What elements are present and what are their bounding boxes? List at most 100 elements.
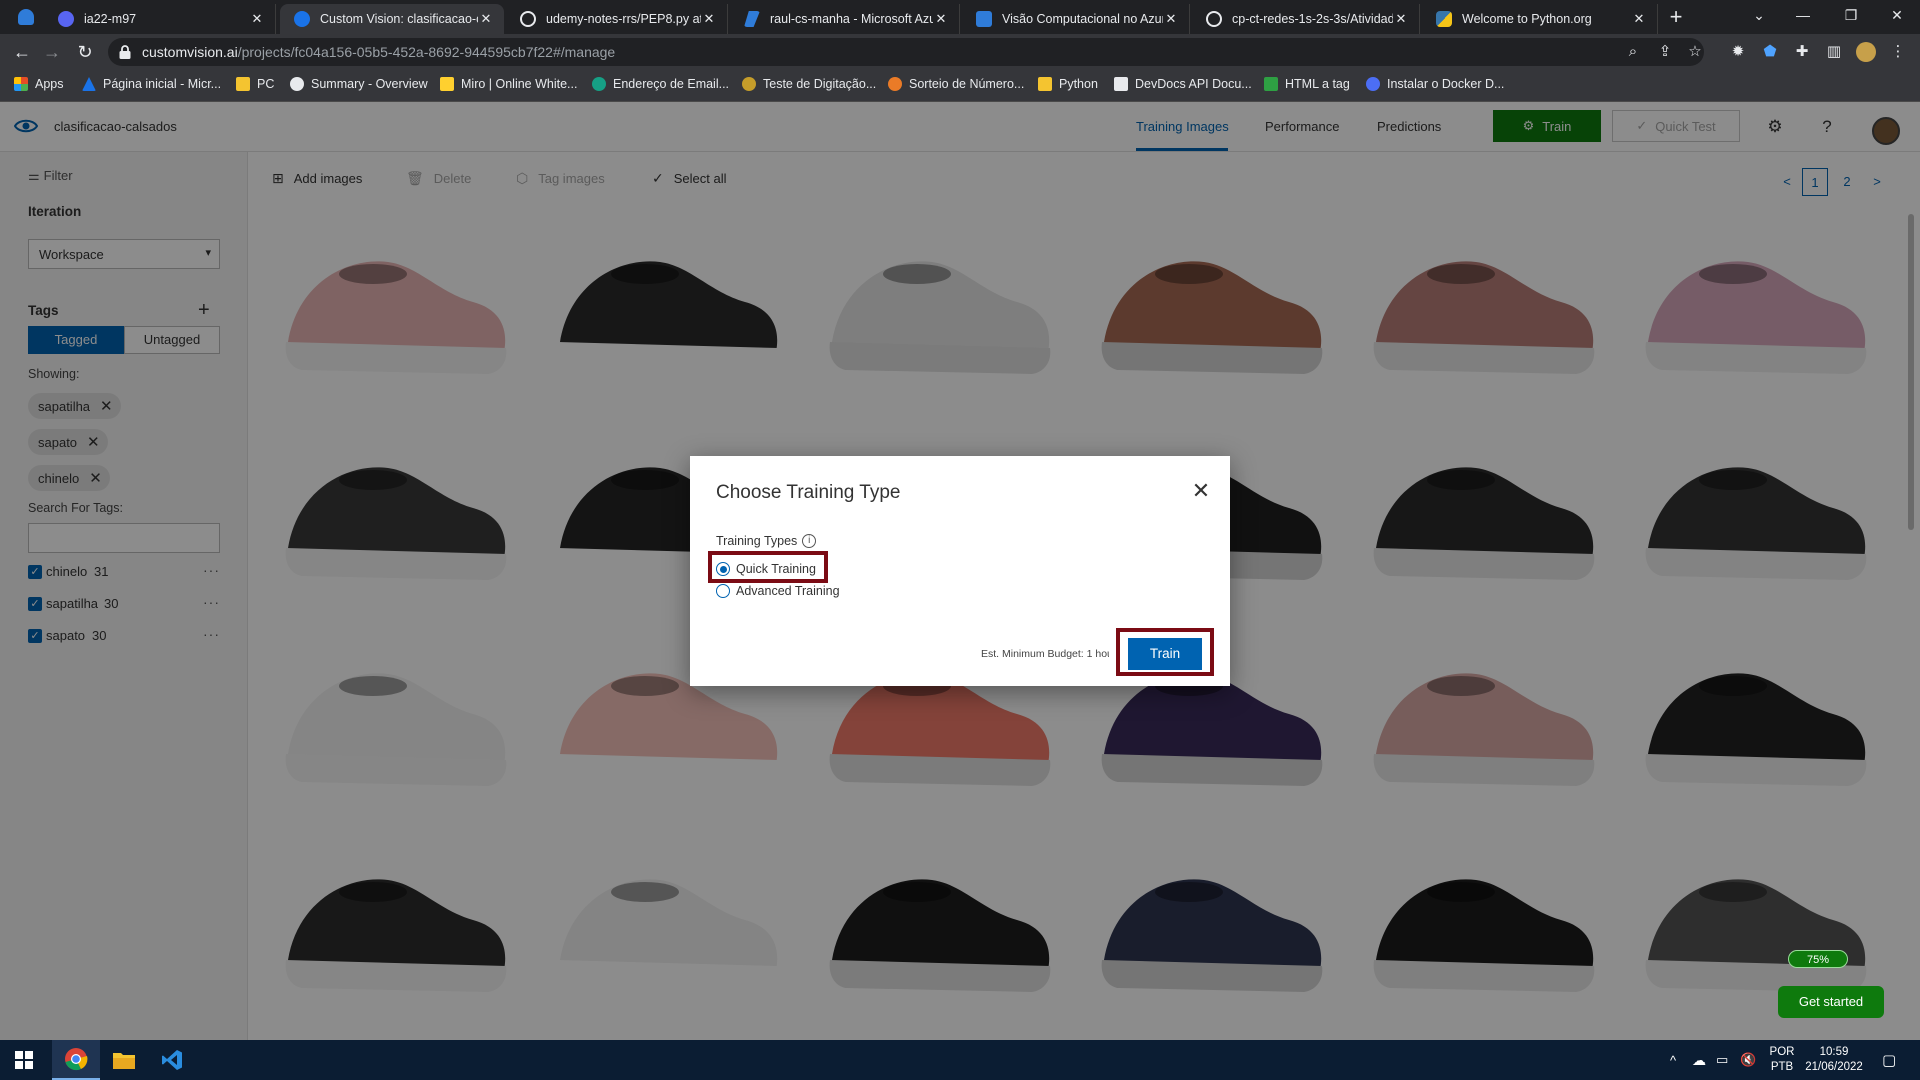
bookmark-item[interactable]: Página inicial - Micr... [82, 77, 221, 91]
bookmark-item[interactable]: Endereço de Email... [592, 77, 729, 91]
bookmark-item[interactable]: HTML a tag [1264, 77, 1350, 91]
bookmark-item[interactable]: Summary - Overview [290, 77, 428, 91]
network-icon[interactable]: ▭ [1716, 1040, 1728, 1080]
close-icon[interactable]: ✕ [701, 11, 717, 27]
info-icon[interactable]: i [802, 534, 817, 548]
bookmark-item[interactable]: PC [236, 77, 274, 91]
onedrive-icon[interactable]: ☁ [1692, 1040, 1706, 1080]
start-windows-icon[interactable] [0, 1040, 48, 1080]
radio-unselected[interactable] [716, 584, 730, 598]
bookmark-label: Summary - Overview [311, 77, 428, 91]
profile-avatar[interactable] [1856, 42, 1876, 62]
budget-text: Est. Minimum Budget: 1 hour [981, 648, 1109, 660]
vscode-taskbar-icon[interactable] [148, 1040, 196, 1080]
browser-tab[interactable]: cp-ct-redes-1s-2s-3s/Atividade ✕ [1192, 4, 1420, 34]
bookmarks-bar: Apps Página inicial - Micr... PC Summary… [0, 70, 1920, 102]
close-icon[interactable]: ✕ [478, 11, 494, 27]
bookmark-item[interactable]: Teste de Digitação... [742, 77, 876, 91]
language-indicator[interactable]: POR PTB [1766, 1040, 1798, 1080]
browser-tabstrip: ia22-m97 ✕ Custom Vision: clasificacao-c… [0, 0, 1920, 34]
bookmark-label: Apps [35, 77, 64, 91]
restore-icon[interactable]: ❐ [1828, 0, 1874, 34]
training-types-text: Training Types [716, 534, 798, 548]
browser-tab[interactable]: udemy-notes-rrs/PEP8.py at m ✕ [506, 4, 728, 34]
windows-taskbar: ^ ☁ ▭ 🔇 POR PTB 10:59 21/06/2022 ▢ [0, 1040, 1920, 1080]
reload-icon[interactable]: ↻ [73, 40, 97, 64]
close-icon[interactable]: ✕ [933, 11, 949, 27]
bookmark-item[interactable]: Python [1038, 77, 1098, 91]
share-icon[interactable]: ⇪ [1656, 43, 1674, 61]
learn-icon [976, 11, 992, 27]
back-arrow-icon[interactable]: ← [10, 40, 34, 64]
forward-arrow-icon[interactable]: → [40, 40, 64, 64]
close-icon[interactable]: ✕ [1163, 11, 1179, 27]
close-icon[interactable]: ✕ [1393, 11, 1409, 27]
url-host: customvision.ai [142, 44, 238, 60]
tray-show-hidden-icon[interactable]: ^ [1670, 1040, 1676, 1080]
close-icon[interactable]: ✕ [249, 11, 265, 27]
tab-search-chevron-icon[interactable]: ⌄ [1736, 0, 1782, 34]
browser-toolbar: ← → ↻ customvision.ai/projects/fc04a156-… [0, 34, 1920, 70]
discord-icon [58, 11, 74, 27]
extensions-puzzle-icon[interactable]: ✚ [1792, 42, 1812, 62]
side-panel-icon[interactable]: ▥ [1824, 42, 1844, 62]
vscode-icon [162, 1050, 182, 1070]
get-started-button[interactable]: Get started [1778, 986, 1884, 1018]
docker-icon [1366, 77, 1380, 91]
browser-tab[interactable]: Visão Computacional no Azure ✕ [962, 4, 1190, 34]
tab-search-icon[interactable] [18, 9, 34, 25]
lang-top: POR [1769, 1046, 1795, 1058]
bookmark-label: DevDocs API Docu... [1135, 77, 1252, 91]
bookmark-star-icon[interactable]: ☆ [1686, 43, 1704, 61]
clock[interactable]: 10:59 21/06/2022 [1798, 1040, 1870, 1080]
advanced-training-option[interactable]: Advanced Training [716, 584, 840, 598]
bookmark-apps[interactable]: Apps [14, 77, 64, 91]
browser-tab[interactable]: raul-cs-manha - Microsoft Azur ✕ [730, 4, 960, 34]
bookmark-item[interactable]: DevDocs API Docu... [1114, 77, 1252, 91]
menu-kebab-icon[interactable]: ⋮ [1888, 42, 1908, 62]
folder-icon [236, 77, 250, 91]
github-icon [1206, 11, 1222, 27]
miro-icon [440, 77, 454, 91]
training-types-label: Training Types i [716, 534, 817, 548]
choose-training-type-dialog: Choose Training Type ✕ Training Types i … [690, 456, 1230, 686]
url-text: customvision.ai/projects/fc04a156-05b5-4… [142, 44, 615, 60]
chrome-taskbar-icon[interactable] [52, 1040, 100, 1080]
new-tab-button[interactable]: + [1662, 4, 1690, 32]
bookmark-item[interactable]: Sorteio de Número... [888, 77, 1024, 91]
extension-gear-icon[interactable]: ✹ [1728, 42, 1748, 62]
browser-tab[interactable]: Welcome to Python.org ✕ [1422, 4, 1658, 34]
close-icon[interactable]: ✕ [1190, 480, 1212, 502]
w3-icon [1264, 77, 1278, 91]
address-bar[interactable]: customvision.ai/projects/fc04a156-05b5-4… [108, 38, 1704, 66]
close-window-icon[interactable]: ✕ [1874, 0, 1920, 34]
zoom-icon[interactable]: ⌕ [1624, 43, 1642, 61]
tab-title: ia22-m97 [84, 12, 137, 26]
github-icon [290, 77, 304, 91]
advanced-training-label: Advanced Training [736, 584, 840, 598]
microsoft-icon [82, 77, 96, 91]
browser-tab[interactable]: ia22-m97 ✕ [44, 4, 276, 34]
bookmark-item[interactable]: Instalar o Docker D... [1366, 77, 1504, 91]
close-icon[interactable]: ✕ [1631, 11, 1647, 27]
notifications-icon[interactable]: ▢ [1882, 1040, 1896, 1080]
tab-title: Welcome to Python.org [1462, 12, 1592, 26]
minimize-icon[interactable]: — [1780, 0, 1826, 34]
bookmark-item[interactable]: Miro | Online White... [440, 77, 577, 91]
custom-vision-icon [294, 11, 310, 27]
bookmark-label: Instalar o Docker D... [1387, 77, 1505, 91]
clock-date: 21/06/2022 [1805, 1061, 1863, 1073]
tab-title: Visão Computacional no Azure [1002, 12, 1163, 26]
file-explorer-taskbar-icon[interactable] [100, 1040, 148, 1080]
volume-muted-icon[interactable]: 🔇 [1740, 1040, 1756, 1080]
chrome-icon [65, 1048, 88, 1071]
github-icon [520, 11, 536, 27]
tab-title: Custom Vision: clasificacao-cal [320, 12, 478, 26]
email-icon [592, 77, 606, 91]
url-path: /projects/fc04a156-05b5-452a-8692-944595… [237, 44, 616, 60]
lock-icon [119, 45, 131, 59]
browser-tab-active[interactable]: Custom Vision: clasificacao-cal ✕ [280, 4, 504, 34]
tab-title: raul-cs-manha - Microsoft Azur [770, 12, 933, 26]
bookmark-label: Python [1059, 77, 1098, 91]
extension-shield-icon[interactable]: ⬟ [1760, 42, 1780, 62]
